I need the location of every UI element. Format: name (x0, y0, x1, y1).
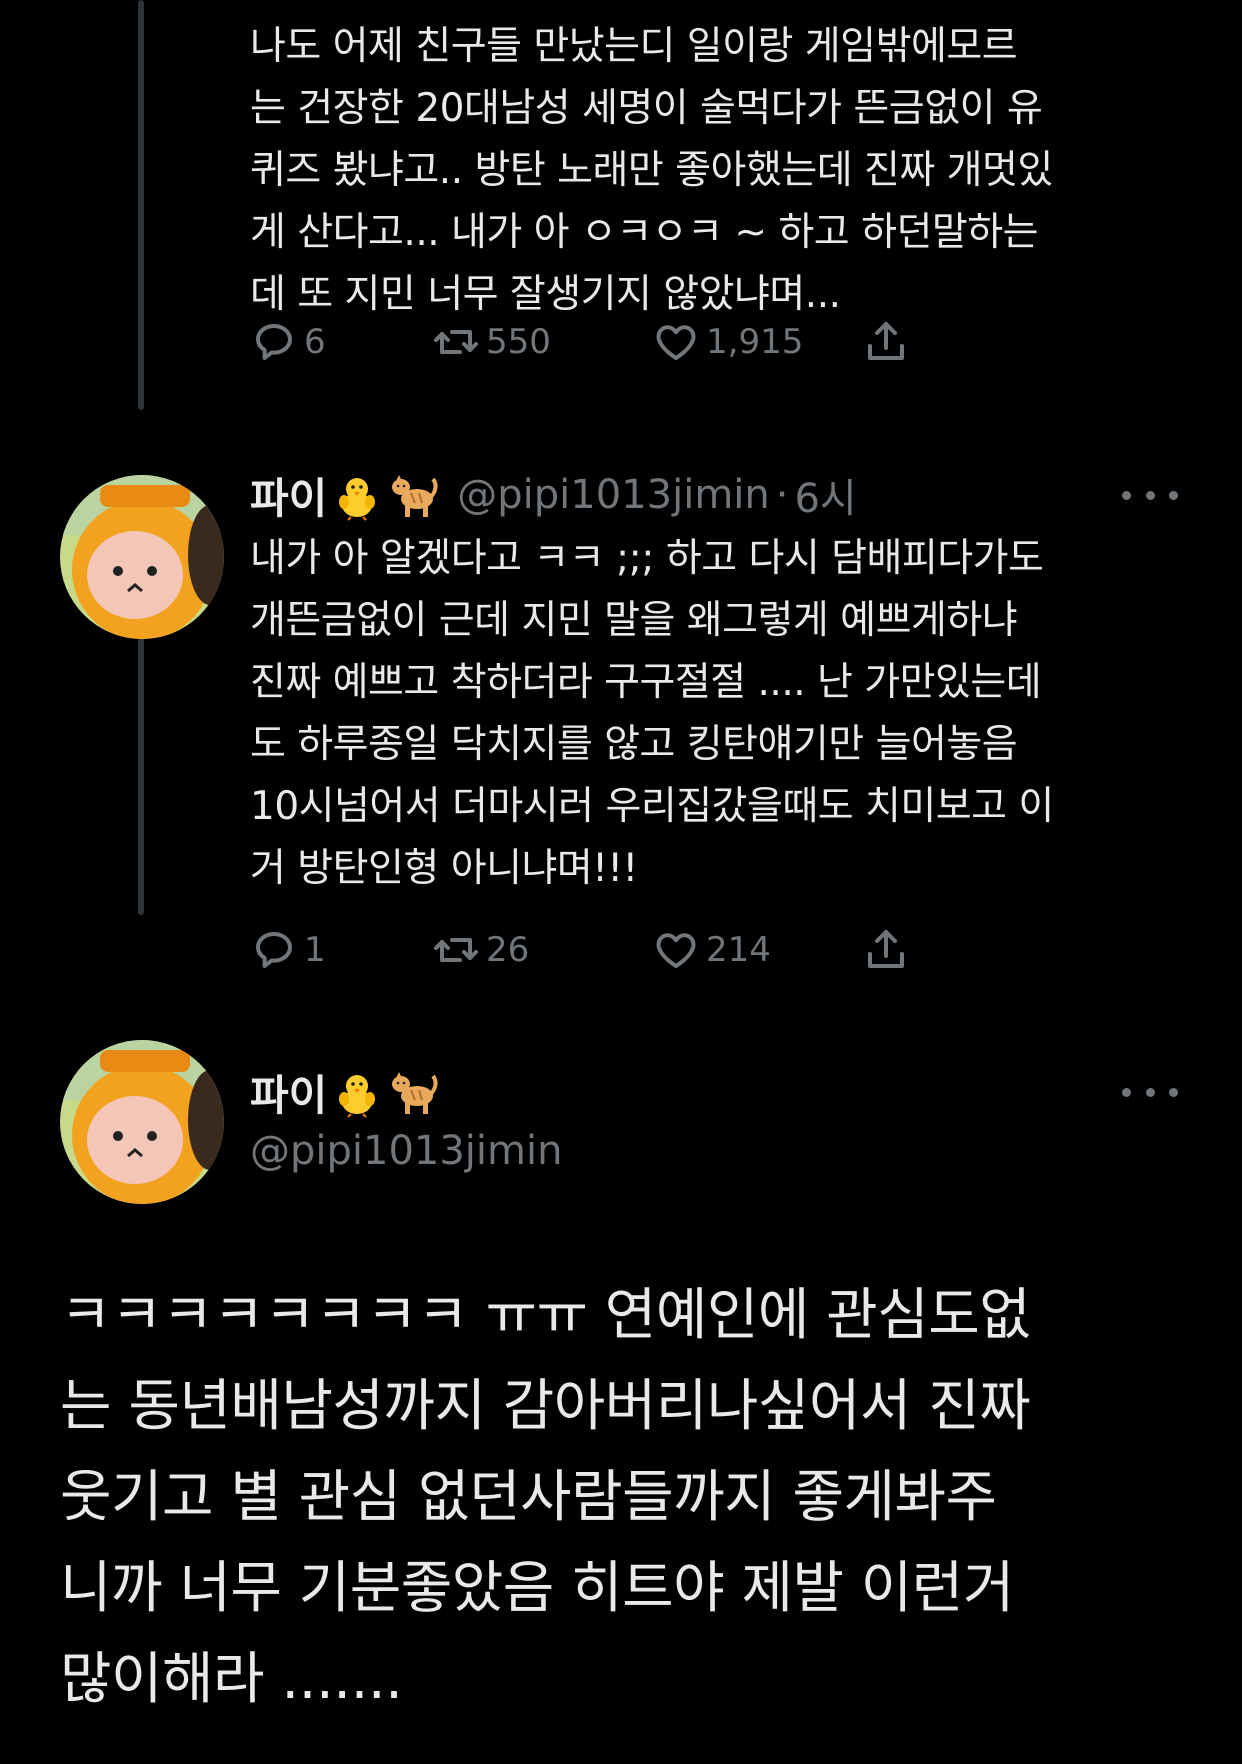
share-icon (868, 930, 904, 968)
more-icon-dot (1169, 1087, 1178, 1097)
retweet-button[interactable]: 550 (432, 312, 551, 372)
share-icon (868, 322, 904, 360)
avatar[interactable] (60, 1040, 224, 1204)
reply-button[interactable]: 6 (250, 312, 326, 372)
tweet-header: 파이 (250, 1060, 439, 1124)
cat-emoji-icon (387, 1066, 439, 1118)
like-count: 1,915 (706, 322, 804, 362)
avatar-image (60, 1040, 224, 1204)
like-button[interactable]: 214 (652, 920, 771, 980)
tweet-text: 나도 어제 친구들 만났는디 일이랑 게임밖에모르 는 건장한 20대남성 세명… (250, 24, 1053, 317)
display-name[interactable]: 파이 (250, 1062, 327, 1123)
more-button[interactable] (1122, 1072, 1178, 1112)
retweet-button[interactable]: 26 (432, 920, 529, 980)
baby-chick-emoji-icon (331, 1066, 383, 1118)
share-button[interactable] (862, 920, 916, 980)
tweet-header: 파이 @pipi1013jimin · 6시 (250, 463, 857, 527)
user-handle[interactable]: @pipi1013jimin (457, 472, 769, 518)
baby-chick-emoji-icon (331, 469, 383, 521)
avatar-image (60, 475, 224, 639)
reply-icon (256, 932, 292, 968)
cat-emoji-icon (387, 469, 439, 521)
tweet-text: ㅋㅋㅋㅋㅋㅋㅋㅋ ㅠㅠ 연예인에 관심도없 는 동년배남성까지 감아버리나싶어서… (60, 1283, 1031, 1712)
tweet-actions: 1 26 214 (250, 920, 1030, 980)
reply-button[interactable]: 1 (250, 920, 326, 980)
reply-icon (256, 324, 292, 360)
user-handle[interactable]: @pipi1013jimin (250, 1128, 562, 1174)
like-button[interactable]: 1,915 (652, 312, 803, 372)
retweet-icon (434, 938, 478, 962)
separator-dot: · (775, 472, 789, 518)
more-button[interactable] (1122, 475, 1178, 515)
more-icon-dot (1145, 490, 1155, 500)
more-icon-dot (1145, 1087, 1155, 1097)
share-button[interactable] (862, 312, 916, 372)
like-count: 214 (706, 930, 771, 970)
avatar[interactable] (60, 475, 224, 639)
more-icon-dot (1169, 490, 1178, 500)
tweet-actions: 6 550 1,915 (250, 312, 1030, 372)
heart-icon (656, 933, 696, 968)
reply-count: 1 (304, 930, 326, 970)
display-name[interactable]: 파이 (250, 465, 327, 526)
more-icon-dot (1122, 490, 1131, 500)
retweet-count: 26 (486, 930, 530, 970)
heart-icon (656, 325, 696, 360)
tweet-text: 내가 아 알겠다고 ㅋㅋ ;;; 하고 다시 담배피다가도 개뜬금없이 근데 지… (250, 536, 1054, 891)
retweet-icon (434, 330, 478, 354)
retweet-count: 550 (486, 322, 551, 362)
reply-count: 6 (304, 322, 326, 362)
more-icon-dot (1122, 1087, 1131, 1097)
thread-line-top (138, 0, 144, 410)
timestamp[interactable]: 6시 (794, 466, 856, 524)
